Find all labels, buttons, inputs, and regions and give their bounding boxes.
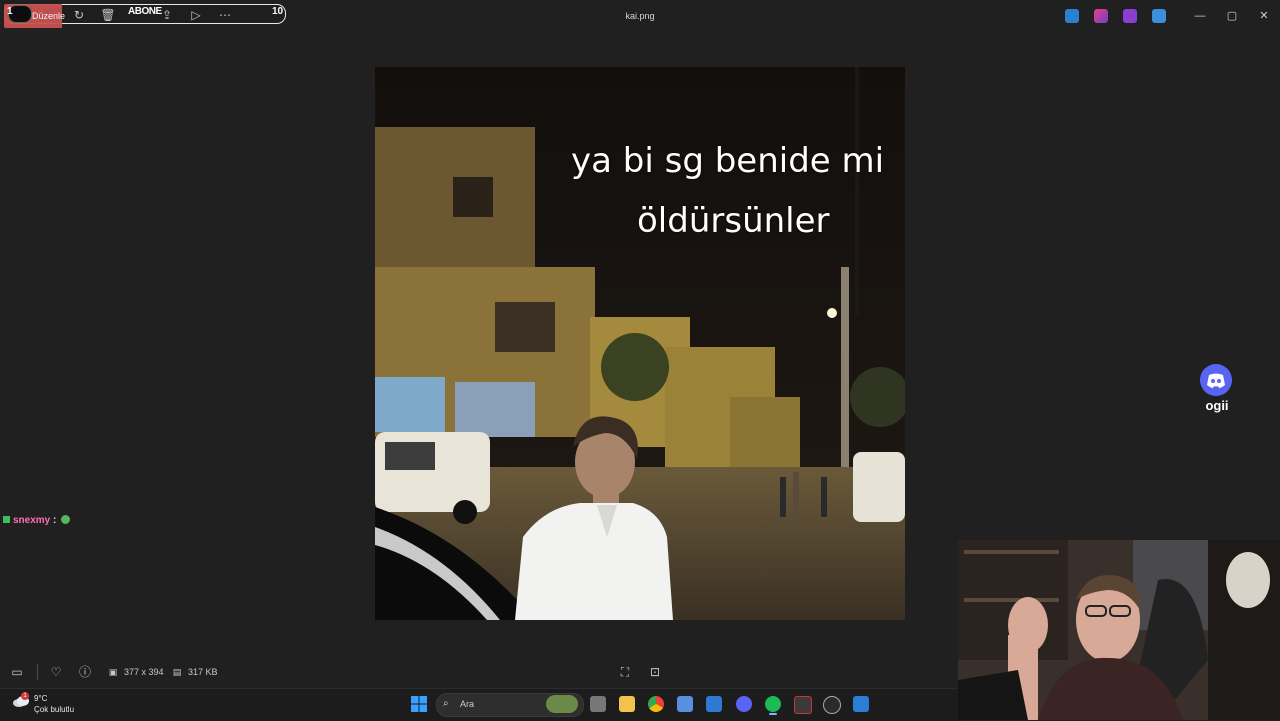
clipchamp-icon[interactable] bbox=[1123, 9, 1137, 23]
image-preview: ya bi sg benide mi öldürsünler bbox=[375, 67, 905, 620]
search-placeholder: Ara bbox=[460, 699, 475, 709]
file-size: 317 KB bbox=[188, 667, 218, 677]
favorite-icon[interactable]: ♡ bbox=[48, 664, 64, 680]
chat-badge-icon bbox=[3, 516, 10, 523]
onedrive-icon[interactable] bbox=[1152, 9, 1166, 23]
file-size-icon: ▤ bbox=[172, 667, 182, 677]
file-explorer-icon[interactable] bbox=[619, 696, 635, 712]
search-highlight-icon[interactable] bbox=[546, 695, 578, 713]
copilot-icon[interactable] bbox=[1094, 9, 1108, 23]
chat-message: snexmy : bbox=[3, 515, 71, 526]
weather-temperature[interactable]: 9°C bbox=[34, 694, 47, 703]
weather-alert-badge: 1 bbox=[21, 692, 29, 700]
paint-taskbar-icon[interactable] bbox=[853, 696, 869, 712]
discord-icon bbox=[1200, 364, 1232, 396]
chat-username: snexmy bbox=[13, 515, 51, 526]
obs-icon[interactable] bbox=[794, 696, 812, 714]
fit-to-window-icon[interactable]: ⛶ bbox=[617, 664, 633, 680]
task-view-icon[interactable] bbox=[590, 696, 606, 712]
windows-start-icon[interactable] bbox=[410, 695, 428, 713]
maximize-button[interactable]: ▢ bbox=[1223, 7, 1241, 25]
active-app-indicator bbox=[769, 713, 777, 715]
mail-icon[interactable] bbox=[706, 696, 722, 712]
filmstrip-icon[interactable]: ▭ bbox=[9, 664, 25, 680]
store-icon[interactable] bbox=[677, 696, 693, 712]
actual-size-icon[interactable]: ⊡ bbox=[647, 664, 663, 680]
dimensions-icon: ▣ bbox=[108, 667, 118, 677]
meme-caption-line2: öldürsünler bbox=[637, 201, 830, 241]
chat-emote-icon bbox=[61, 515, 71, 524]
paint-app-icon[interactable] bbox=[1065, 9, 1079, 23]
spotify-icon[interactable] bbox=[765, 696, 781, 712]
webcam-feed bbox=[958, 540, 1280, 720]
chat-separator: : bbox=[53, 515, 57, 526]
search-icon: ⌕ bbox=[443, 698, 449, 709]
discord-taskbar-icon[interactable] bbox=[736, 696, 752, 712]
status-divider bbox=[37, 664, 38, 680]
minimize-button[interactable]: — bbox=[1191, 7, 1209, 25]
steam-icon[interactable] bbox=[823, 696, 841, 714]
info-icon[interactable]: ⓘ bbox=[77, 664, 93, 680]
discord-username: ogii bbox=[1205, 398, 1229, 413]
weather-description[interactable]: Çok bulutlu bbox=[34, 705, 74, 714]
close-button[interactable]: ✕ bbox=[1255, 7, 1273, 25]
image-dimensions: 377 x 394 bbox=[124, 667, 164, 677]
window-title: kai.png bbox=[625, 11, 655, 21]
chrome-icon[interactable] bbox=[648, 696, 664, 712]
meme-caption-line1: ya bi sg benide mi bbox=[571, 141, 885, 181]
